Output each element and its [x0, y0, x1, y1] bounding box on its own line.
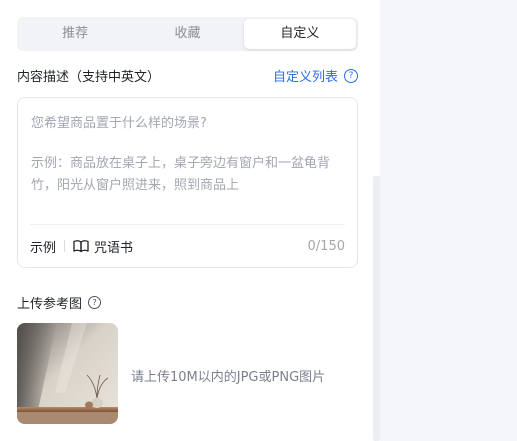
placeholder-question: 您希望商品置于什么样的场景? [31, 116, 207, 131]
tab-favorites[interactable]: 收藏 [131, 19, 243, 49]
mode-tabs: 推荐 收藏 自定义 [17, 17, 358, 51]
char-counter: 0/150 [307, 238, 345, 254]
divider [30, 224, 345, 225]
tab-recommend[interactable]: 推荐 [19, 19, 131, 49]
open-book-icon [73, 240, 89, 253]
tab-custom[interactable]: 自定义 [243, 19, 356, 49]
reference-image [17, 323, 118, 424]
placeholder-example: 示例：商品放在桌子上，桌子旁边有窗户和一盆龟背竹，阳光从窗户照进来，照到商品上 [31, 156, 331, 193]
custom-list-label: 自定义列表 [272, 70, 338, 85]
question-circle-icon[interactable]: ? [344, 68, 358, 83]
divider [64, 240, 66, 252]
spell-book-button[interactable]: 咒语书 [73, 237, 133, 256]
question-circle-icon[interactable]: ? [88, 296, 102, 309]
textarea-footer: 示例 咒语书 0/150 [30, 236, 345, 256]
description-label: 内容描述（支持中英文） [17, 70, 161, 85]
description-textarea[interactable]: 您希望商品置于什么样的场景? 示例：商品放在桌子上，桌子旁边有窗户和一盆龟背竹，… [17, 97, 358, 268]
example-button[interactable]: 示例 [30, 237, 56, 256]
spell-book-label: 咒语书 [94, 240, 134, 256]
upload-label: 上传参考图 ? [17, 293, 102, 312]
upload-hint: 请上传10M以内的JPG或PNG图片 [131, 370, 326, 385]
preview-area [380, 0, 517, 441]
reference-image-thumbnail[interactable] [17, 323, 118, 424]
settings-panel: 推荐 收藏 自定义 内容描述（支持中英文） 自定义列表 ? 您希望商品置于什么样… [0, 0, 380, 441]
custom-list-link[interactable]: 自定义列表 ? [273, 66, 358, 85]
scrollbar-thumb[interactable] [373, 176, 380, 441]
upload-label-text: 上传参考图 [17, 297, 83, 312]
